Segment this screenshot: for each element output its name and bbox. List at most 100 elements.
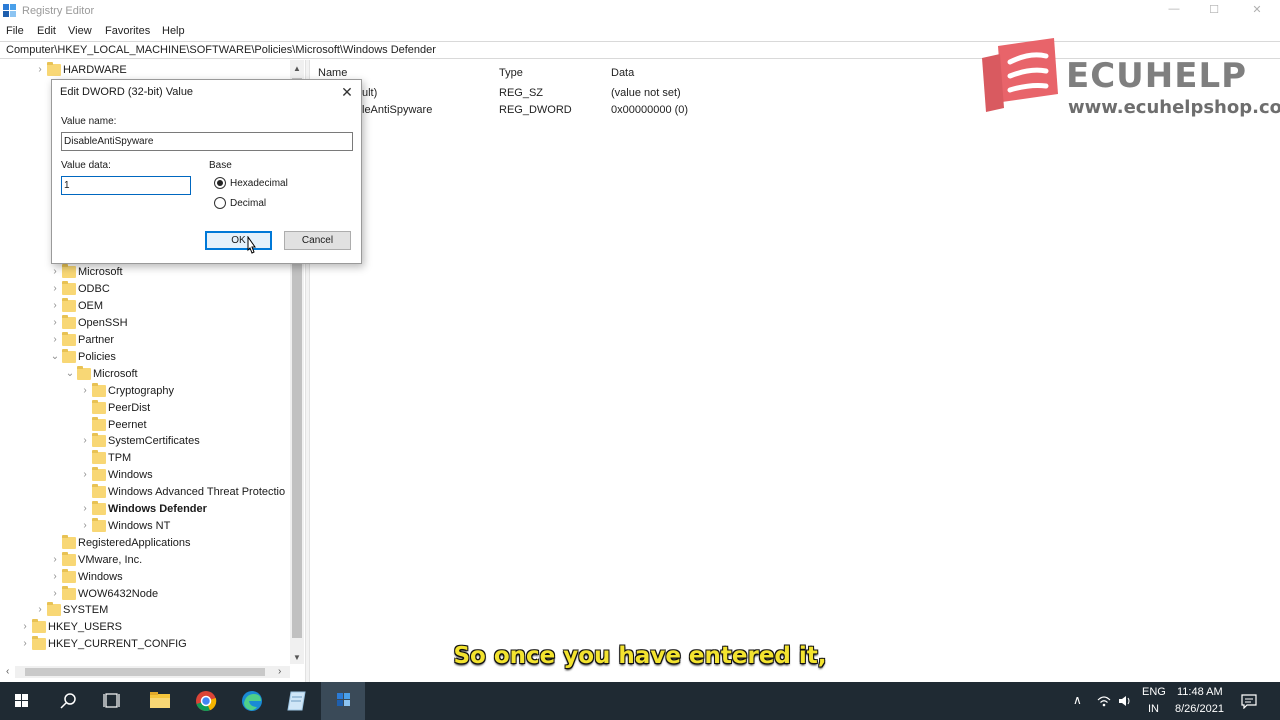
address-path[interactable]: Computer\HKEY_LOCAL_MACHINE\SOFTWARE\Pol… — [6, 44, 436, 56]
edit-dword-dialog: Edit DWORD (32-bit) Value ✕ Value name: … — [51, 79, 362, 264]
registry-editor-icon — [3, 4, 16, 17]
tree-item-label: Windows NT — [108, 520, 171, 532]
value-data-field[interactable] — [61, 176, 191, 195]
chevron-right-icon[interactable]: › — [80, 435, 90, 447]
value-type: REG_SZ — [499, 87, 544, 99]
chevron-right-icon[interactable]: › — [50, 300, 60, 312]
chevron-right-icon[interactable]: › — [20, 621, 30, 633]
tree-item[interactable]: › HARDWARE — [0, 62, 290, 79]
region-indicator[interactable]: IN — [1148, 703, 1159, 715]
notepad-icon[interactable] — [275, 682, 319, 720]
hexadecimal-radio[interactable] — [214, 177, 226, 189]
tree-item[interactable]: › OpenSSH — [0, 315, 290, 332]
clock-time[interactable]: 11:48 AM — [1177, 686, 1223, 698]
close-window-button[interactable]: ✕ — [1249, 3, 1265, 17]
menu-view[interactable]: View — [68, 25, 92, 37]
tree-item[interactable]: › Windows Defender — [0, 501, 290, 518]
language-indicator[interactable]: ENG — [1142, 686, 1166, 698]
chevron-right-icon[interactable]: › — [50, 334, 60, 346]
tree-item[interactable]: Peernet — [0, 417, 290, 434]
value-name-field[interactable] — [61, 132, 353, 151]
menu-file[interactable]: File — [6, 25, 24, 37]
menu-help[interactable]: Help — [162, 25, 185, 37]
clock-date[interactable]: 8/26/2021 — [1175, 703, 1224, 715]
folder-icon — [62, 569, 76, 583]
tree-item[interactable]: › Cryptography — [0, 383, 290, 400]
registry-editor-taskbar-icon[interactable] — [321, 682, 365, 720]
chevron-right-icon[interactable]: › — [50, 283, 60, 295]
tree-item-label: SystemCertificates — [108, 435, 200, 447]
tree-item-label: Microsoft — [93, 368, 138, 380]
search-icon[interactable] — [46, 682, 90, 720]
tree-item-label: TPM — [108, 452, 132, 464]
ok-button[interactable]: OK — [205, 231, 272, 250]
chevron-right-icon[interactable]: › — [80, 520, 90, 532]
chevron-right-icon[interactable]: › — [80, 385, 90, 397]
dialog-title: Edit DWORD (32-bit) Value — [60, 86, 194, 98]
notifications-icon[interactable] — [1241, 693, 1257, 709]
tree-item[interactable]: › Windows — [0, 467, 290, 484]
tree-item[interactable]: › VMware, Inc. — [0, 552, 290, 569]
decimal-radio[interactable] — [214, 197, 226, 209]
tree-item[interactable]: ⌄ Microsoft — [0, 366, 290, 383]
tree-item[interactable]: › Windows NT — [0, 518, 290, 535]
folder-icon — [47, 602, 61, 616]
tree-item[interactable]: › Partner — [0, 332, 290, 349]
maximize-button[interactable]: ☐ — [1206, 3, 1222, 17]
tree-item[interactable]: › HKEY_USERS — [0, 619, 290, 636]
tree-item[interactable]: › Microsoft — [0, 264, 290, 281]
chevron-right-icon[interactable]: › — [50, 317, 60, 329]
folder-icon — [92, 450, 106, 464]
tree-item[interactable]: Windows Advanced Threat Protectio — [0, 484, 290, 501]
file-explorer-icon[interactable] — [138, 682, 182, 720]
tree-item[interactable]: › ODBC — [0, 281, 290, 298]
subtitle-text: So once you have entered it, — [453, 643, 827, 669]
minimize-button[interactable]: — — [1166, 3, 1182, 17]
list-item[interactable]: leAntiSpyware REG_DWORD 0x00000000 (0) — [310, 103, 810, 120]
network-icon[interactable] — [1096, 694, 1112, 708]
list-item[interactable]: ult) REG_SZ (value not set) — [310, 86, 810, 103]
decimal-label[interactable]: Decimal — [230, 198, 266, 209]
column-header-type[interactable]: Type — [499, 67, 523, 79]
folder-icon — [62, 281, 76, 295]
tree-horizontal-scroll-thumb[interactable] — [25, 668, 265, 676]
chevron-right-icon[interactable]: › — [50, 571, 60, 583]
chevron-right-icon[interactable]: › — [35, 64, 45, 76]
chevron-down-icon[interactable]: ⌄ — [65, 368, 75, 380]
value-name: ult) — [362, 87, 378, 99]
edge-icon[interactable] — [230, 682, 274, 720]
menu-edit[interactable]: Edit — [37, 25, 56, 37]
chevron-right-icon[interactable]: › — [50, 266, 60, 278]
tree-item[interactable]: › SYSTEM — [0, 602, 290, 619]
tree-item[interactable]: ⌄ Policies — [0, 349, 290, 366]
hexadecimal-label[interactable]: Hexadecimal — [230, 178, 288, 189]
column-header-name[interactable]: Name — [318, 67, 347, 79]
show-hidden-icons-icon[interactable]: ∧ — [1073, 693, 1082, 707]
tree-item-label: Windows — [78, 571, 123, 583]
tree-item[interactable]: PeerDist — [0, 400, 290, 417]
column-header-data[interactable]: Data — [611, 67, 634, 79]
tree-item[interactable]: › Windows — [0, 569, 290, 586]
menu-favorites[interactable]: Favorites — [105, 25, 150, 37]
chevron-right-icon[interactable]: › — [50, 588, 60, 600]
task-view-icon[interactable] — [90, 682, 134, 720]
value-name: leAntiSpyware — [362, 104, 433, 116]
chevron-right-icon[interactable]: › — [80, 503, 90, 515]
scroll-up-icon[interactable]: ▲ — [291, 64, 303, 73]
chevron-right-icon[interactable]: › — [80, 469, 90, 481]
tree-item[interactable]: › OEM — [0, 298, 290, 315]
cancel-button[interactable]: Cancel — [284, 231, 351, 250]
tree-item[interactable]: › WOW6432Node — [0, 586, 290, 603]
chevron-down-icon[interactable]: ⌄ — [50, 351, 60, 363]
dialog-close-icon[interactable]: ✕ — [338, 83, 356, 101]
tree-item[interactable]: RegisteredApplications — [0, 535, 290, 552]
folder-icon — [92, 518, 106, 532]
folder-icon — [62, 264, 76, 278]
chevron-right-icon[interactable]: › — [50, 554, 60, 566]
tree-item[interactable]: TPM — [0, 450, 290, 467]
windows-start-icon[interactable] — [0, 682, 44, 720]
chevron-right-icon[interactable]: › — [35, 604, 45, 616]
tree-item[interactable]: › SystemCertificates — [0, 433, 290, 450]
volume-icon[interactable] — [1117, 694, 1133, 708]
chrome-icon[interactable] — [184, 682, 228, 720]
